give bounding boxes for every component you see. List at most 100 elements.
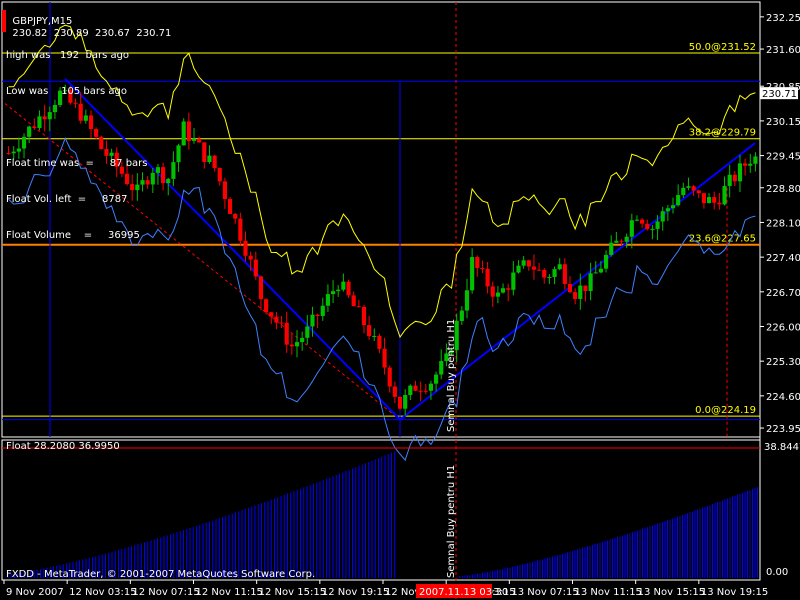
info-low-was: Low was 105 bars ago — [6, 86, 127, 97]
candle-body — [490, 286, 495, 297]
info-float-time: Float time was = 87 bars — [6, 158, 148, 169]
candle-body — [511, 272, 516, 290]
fibo-label: 0.0@224.19 — [695, 405, 756, 416]
candle-body — [691, 186, 696, 191]
candle-body — [583, 285, 588, 291]
candle-body — [753, 156, 758, 164]
candle-body — [516, 265, 521, 273]
candle-body — [325, 294, 330, 306]
candle-body — [712, 197, 717, 203]
candle-body — [336, 289, 341, 292]
candle-body — [279, 322, 284, 324]
candle-body — [202, 142, 207, 163]
candle-body — [640, 219, 645, 224]
candle-body — [418, 390, 423, 392]
candle-body — [521, 260, 526, 266]
candle-body — [670, 205, 676, 209]
candle-body — [459, 310, 464, 321]
candle-body — [603, 254, 609, 269]
info-spacer — [6, 122, 148, 134]
candle-body — [289, 344, 294, 347]
signal-label-main: Semnal Buy pentru H1 — [446, 318, 457, 432]
candle-body — [171, 162, 176, 179]
candle-body — [243, 240, 248, 256]
price-tick-label: 227.40 — [766, 253, 800, 264]
candle-body — [614, 240, 619, 243]
candle-body — [413, 385, 418, 391]
candle-body — [676, 195, 681, 206]
candle-body — [552, 269, 557, 277]
candle-body — [743, 163, 748, 166]
candle-body — [269, 312, 274, 317]
candle-body — [392, 386, 397, 397]
info-float-vol-left: Float Vol. left = 8787 — [6, 194, 128, 205]
candle-body — [191, 138, 197, 141]
time-tick-label: 12 Nov 03:15 — [69, 587, 136, 598]
candle-body — [238, 218, 243, 241]
candle-body — [686, 186, 691, 188]
candle-body — [737, 163, 743, 182]
price-tick-label: 225.30 — [766, 357, 800, 368]
candle-body — [222, 181, 227, 200]
candle-body — [500, 288, 506, 293]
candle-body — [161, 167, 166, 184]
time-tick-label: 12 Nov 11:15 — [196, 587, 263, 598]
candle-body — [403, 394, 408, 409]
candle-body — [506, 288, 511, 290]
candle-body — [588, 273, 593, 291]
candle-body — [346, 281, 351, 296]
candle-body — [655, 221, 660, 229]
current-price-label: 230.71 — [762, 89, 797, 100]
candle-body — [361, 306, 367, 326]
candle-body — [227, 199, 233, 214]
candle-body — [619, 240, 624, 242]
candle-body — [706, 197, 712, 204]
candle-body — [367, 325, 372, 337]
candle-body — [650, 228, 655, 230]
candle-body — [624, 236, 629, 242]
candle-body — [186, 121, 191, 141]
candle-body — [315, 314, 320, 316]
candle-body — [212, 155, 217, 169]
candle-body — [423, 390, 428, 392]
candle-body — [274, 316, 279, 323]
candle-body — [248, 255, 253, 260]
candle-body — [634, 219, 640, 221]
candle-body — [294, 342, 300, 347]
time-tick-label: 12 Nov 19:15 — [322, 587, 389, 598]
candle-body — [387, 367, 392, 387]
candle-body — [722, 185, 727, 205]
candle-body — [434, 374, 439, 384]
candle-body — [562, 264, 567, 284]
candle-body — [258, 276, 264, 300]
candle-body — [253, 259, 258, 277]
candle-body — [660, 211, 665, 222]
candle-body — [233, 213, 238, 219]
candle-body — [305, 326, 310, 338]
candle-body — [320, 305, 325, 316]
candle-body — [748, 163, 753, 166]
candle-body — [593, 272, 598, 274]
candle-body — [598, 268, 603, 273]
candle-body — [397, 396, 403, 409]
price-tick-label: 224.60 — [766, 392, 800, 403]
candle-body — [351, 295, 356, 307]
candle-body — [310, 314, 315, 327]
time-tick-label: 9 Nov 2007 — [6, 587, 64, 598]
price-tick-label: 231.60 — [766, 45, 800, 56]
candle-body — [470, 257, 475, 291]
candle-body — [428, 383, 434, 391]
price-tick-label: 226.70 — [766, 288, 800, 299]
candle-body — [341, 281, 346, 290]
candle-body — [645, 223, 650, 230]
candle-body — [382, 348, 387, 368]
candle-body — [264, 299, 269, 313]
fibo-label: 50.0@231.52 — [689, 42, 756, 53]
price-tick-label: 228.10 — [766, 218, 800, 229]
price-tick-label: 226.00 — [766, 322, 800, 333]
highlight-time-label: 2007.11.13 03:30 — [419, 587, 508, 598]
candle-body — [166, 178, 171, 184]
candle-body — [537, 269, 542, 271]
candle-body — [567, 283, 573, 293]
candle-body — [439, 361, 444, 375]
